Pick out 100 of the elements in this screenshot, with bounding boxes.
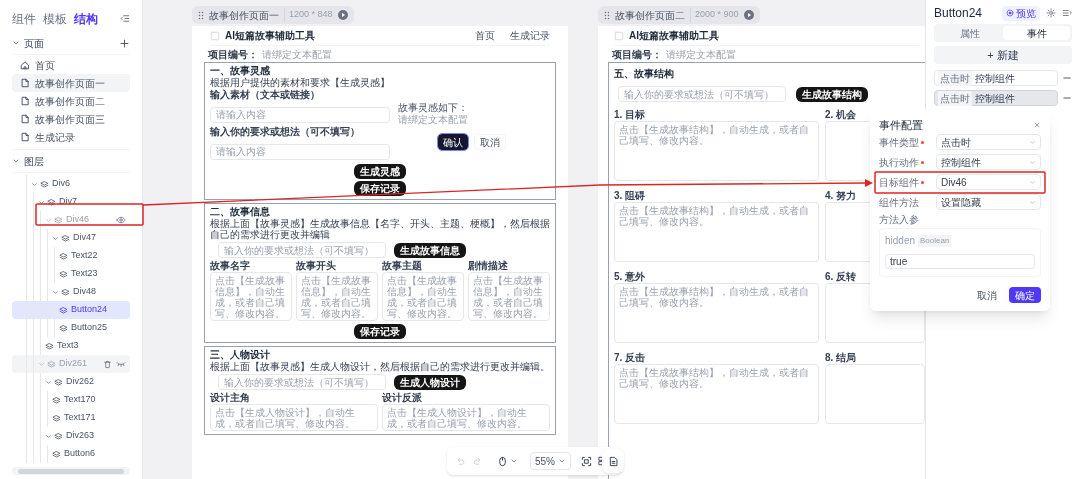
text-area[interactable]: 点击【生成人物设计】，自动生成，或者自己填写、修改内容。	[210, 404, 378, 431]
artboard-label[interactable]: 故事创作页面一 1200 * 848	[192, 6, 354, 24]
zoom-select[interactable]: 55%	[530, 452, 571, 470]
layer-item[interactable]: Button25	[12, 319, 130, 337]
layer-item[interactable]: Text171	[12, 409, 130, 427]
input-field[interactable]: 输入你的要求或想法（可不填写）	[218, 374, 386, 390]
field-label: 输入素材（文本或链接）	[210, 89, 321, 101]
field-label: 输入你的要求或想法（可不填写）	[210, 126, 361, 138]
action-button[interactable]: 保存记录	[354, 324, 406, 339]
text-area[interactable]: 点击【生成故事结构】，自动生成，或者自己填写、修改内容。	[614, 202, 819, 262]
close-icon	[1033, 121, 1041, 129]
page-icon	[20, 96, 30, 106]
page-icon	[20, 132, 30, 142]
select-field[interactable]: Div46	[936, 174, 1041, 190]
select-field[interactable]: 设置隐藏	[936, 194, 1041, 210]
caret-icon	[1029, 198, 1036, 206]
select-field[interactable]: 点击时	[936, 134, 1041, 150]
sidebar-tab[interactable]: 结构	[74, 9, 98, 28]
page-item[interactable]: 故事创作页面三	[12, 110, 130, 128]
section-heading: 一、故事灵感	[210, 65, 271, 77]
field-label: 2. 机会	[825, 108, 857, 121]
text-area[interactable]: 点击【生成故事信息】，自动生成，或者自己填写、修改内容。	[296, 272, 378, 321]
nav-link[interactable]: 生成记录	[510, 28, 550, 43]
layer-item[interactable]: Text170	[12, 391, 130, 409]
page-item[interactable]: 生成记录	[12, 128, 130, 146]
field-label: 目标组件	[879, 175, 919, 190]
layer-item[interactable]: Text22	[12, 247, 130, 265]
field-label: 5. 意外	[614, 270, 646, 283]
field-value: 请绑定文本配置	[666, 47, 736, 62]
field-label: 3. 阻碍	[614, 189, 646, 202]
page-item[interactable]: 故事创作页面二	[12, 92, 130, 110]
input-field[interactable]: 输入你的要求或想法（可不填写）	[218, 242, 386, 258]
text-area[interactable]: 点击【生成故事信息】，自动生成，或者自己填写、修改内容。	[382, 272, 464, 321]
sidebar-tab[interactable]: 模板	[43, 9, 67, 28]
layer-item[interactable]: Text23	[12, 265, 130, 283]
layers-icon	[54, 377, 63, 387]
section-title: 页面	[24, 36, 44, 51]
text-area[interactable]: 点击【生成故事结构】，自动生成，或者自己填写、修改内容。	[614, 364, 819, 424]
text-area[interactable]: 点击【生成故事信息】，自动生成，或者自己填写、修改内容。	[468, 272, 550, 321]
pointer-mode-button[interactable]	[497, 455, 518, 467]
text-area[interactable]: 点击【生成故事结构】，自动生成，或者自己填写、修改内容。	[614, 283, 819, 343]
input-field[interactable]: 输入你的要求或想法（可不填写）	[618, 86, 786, 102]
layer-item[interactable]: Div47	[12, 229, 130, 247]
layer-item[interactable]: Div263	[12, 427, 130, 445]
layers-icon	[59, 251, 68, 261]
page-button[interactable]	[602, 449, 624, 473]
chevron-icon	[38, 360, 45, 368]
sidebar-tab[interactable]: 组件	[12, 9, 36, 28]
input-field[interactable]: true	[885, 254, 1035, 269]
chevron-icon	[45, 216, 52, 224]
caret-icon	[510, 457, 518, 465]
preview-button[interactable]: 预览	[1002, 5, 1040, 21]
logo-icon	[210, 30, 220, 41]
layer-item[interactable]: Button6	[12, 445, 130, 463]
chevron-icon	[12, 39, 20, 47]
chevron-icon	[38, 198, 45, 206]
page-item[interactable]: 故事创作页面一	[12, 74, 130, 92]
chevron-icon	[45, 378, 52, 386]
result-value: 请绑定文本配置	[398, 114, 469, 126]
text-area[interactable]: 点击【生成故事结构】，自动生成，或者自己填写、修改内容。	[614, 121, 819, 181]
action-button[interactable]: 生成故事结构	[796, 86, 868, 102]
artboard-label[interactable]: 故事创作页面二 2000 * 900	[598, 6, 760, 24]
layer-item[interactable]: Div6	[12, 175, 130, 193]
select-field[interactable]: 控制组件	[936, 154, 1041, 170]
drag-handle-icon	[198, 10, 204, 20]
action-button[interactable]: 生成人物设计	[394, 374, 466, 390]
app-title: AI短篇故事辅助工具	[629, 29, 719, 43]
action-button[interactable]: 生成灵感	[354, 164, 406, 179]
event-action: 控制组件	[975, 91, 1015, 106]
drag-handle-icon	[604, 10, 610, 20]
layers-icon	[45, 341, 54, 351]
panel-tab[interactable]: 事件	[1003, 26, 1070, 40]
required-icon	[921, 180, 924, 184]
action-button[interactable]: 保存记录	[354, 181, 406, 196]
nav-link[interactable]: 首页	[475, 28, 495, 43]
scrollbar[interactable]	[12, 467, 130, 475]
choice-button[interactable]: 取消	[474, 134, 506, 150]
required-icon	[921, 160, 924, 164]
dialog-button[interactable]: 确定	[1009, 287, 1041, 303]
input-field[interactable]: 请输入内容	[210, 143, 390, 160]
chevron-icon	[12, 157, 20, 165]
layer-item[interactable]: Div262	[12, 373, 130, 391]
play-icon	[337, 10, 348, 20]
input-field[interactable]: 请输入内容	[210, 106, 390, 123]
new-event-button[interactable]: + 新建	[934, 46, 1072, 65]
event-item[interactable]: 点击时 控制组件	[934, 70, 1058, 86]
layers-icon	[61, 233, 70, 243]
panel-tab[interactable]: 属性	[936, 26, 1003, 40]
page-item[interactable]: 首页	[12, 56, 130, 74]
event-item[interactable]: 点击时 控制组件	[934, 90, 1058, 106]
text-area[interactable]: 点击【生成故事信息】，自动生成，或者自己填写、修改内容。	[210, 272, 292, 321]
layers-icon	[52, 449, 61, 459]
artboard-title: 故事创作页面二	[615, 8, 685, 23]
layer-item[interactable]: Button24	[12, 301, 130, 319]
layers-icon	[54, 215, 63, 225]
text-area[interactable]	[825, 364, 925, 424]
action-button[interactable]: 生成故事信息	[394, 242, 466, 258]
text-area[interactable]: 点击【生成人物设计】，自动生成，或者自己填写、修改内容。	[382, 404, 550, 431]
choice-button[interactable]: 确认	[438, 134, 468, 150]
caret-icon	[558, 457, 566, 465]
